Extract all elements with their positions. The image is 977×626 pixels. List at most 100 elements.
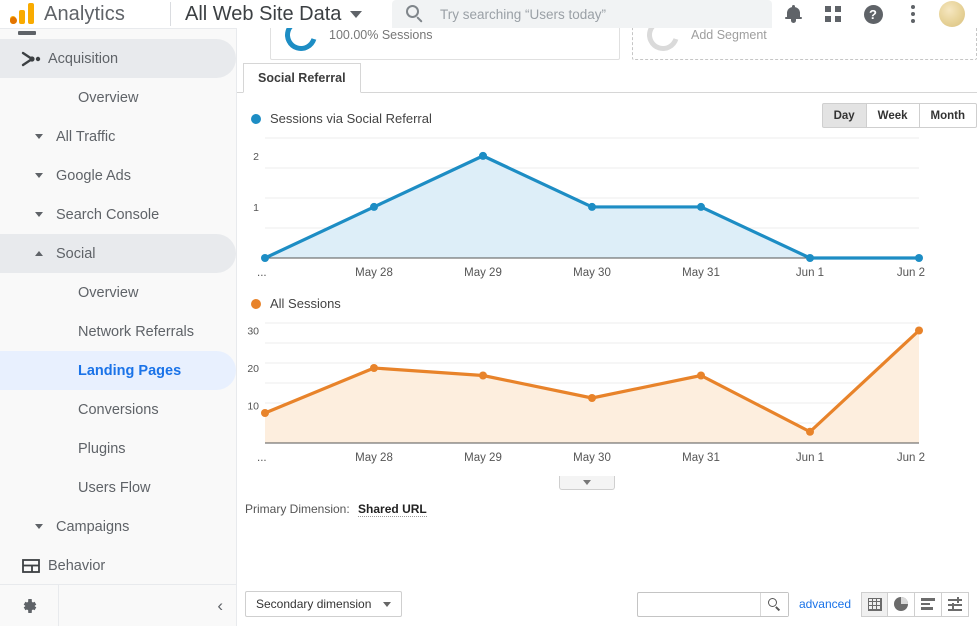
sidebar-item-conversions[interactable]: Conversions — [0, 390, 236, 429]
chart-1-area-chart: 1 2... May 28 May 29 May 30 May 31 Jun 1 Jun 2 — [237, 126, 977, 292]
svg-text:May 28: May 28 — [355, 452, 393, 464]
help-button[interactable]: ? — [853, 0, 893, 28]
top-bar-icons: ? — [773, 0, 973, 28]
search-icon — [767, 597, 781, 611]
table-search-input[interactable] — [637, 592, 760, 616]
sidebar-item-users-flow[interactable]: Users Flow — [0, 468, 236, 507]
sidebar-item-label: Google Ads — [56, 167, 131, 184]
chevron-down-icon — [22, 524, 56, 529]
bar-view-button[interactable] — [915, 591, 942, 617]
segment-bar: 100.00% Sessions Add Segment — [237, 28, 977, 61]
sidebar-item-label: Overview — [78, 89, 139, 106]
sidebar-item-search-console[interactable]: Search Console — [0, 195, 236, 234]
svg-text:May 28: May 28 — [355, 267, 393, 279]
chart-1-legend-label: Sessions via Social Referral — [270, 111, 432, 126]
toolbar-right: advanced — [636, 591, 969, 617]
primary-dimension: Primary Dimension: Shared URL — [237, 493, 977, 517]
pivot-view-icon — [948, 596, 962, 611]
granularity-month-button[interactable]: Month — [919, 103, 977, 128]
sidebar-item-landing-pages[interactable]: Landing Pages — [0, 351, 236, 390]
table-search — [636, 591, 789, 617]
notifications-button[interactable] — [773, 0, 813, 28]
svg-text:2: 2 — [253, 151, 259, 163]
sidebar-item-google-ads[interactable]: Google Ads — [0, 156, 236, 195]
legend-color-dot — [251, 113, 261, 124]
bar-view-icon — [921, 598, 935, 610]
sidebar-item-campaigns[interactable]: Campaigns — [0, 507, 236, 546]
view-selector[interactable]: All Web Site Data — [185, 2, 363, 26]
svg-text:May 29: May 29 — [464, 452, 502, 464]
table-toolbar: Secondary dimension advanced — [237, 582, 977, 626]
chart-collapse-button[interactable] — [559, 476, 615, 490]
svg-text:20: 20 — [247, 363, 259, 375]
sidebar-item-social[interactable]: Social — [0, 234, 236, 273]
svg-text:30: 30 — [247, 326, 259, 338]
sidebar-section-behavior-label: Behavior — [48, 557, 106, 574]
view-selector-label: All Web Site Data — [185, 2, 342, 25]
secondary-dimension-label: Secondary dimension — [256, 597, 372, 611]
tab-label: Social Referral — [258, 71, 346, 85]
sidebar-item-plugins[interactable]: Plugins — [0, 429, 236, 468]
sidebar-item-social-overview[interactable]: Overview — [0, 273, 236, 312]
help-icon: ? — [863, 4, 883, 24]
pie-view-icon — [894, 597, 908, 611]
sidebar-section-behavior[interactable]: Behavior — [0, 546, 236, 585]
brand-divider — [170, 2, 171, 26]
table-view-button[interactable] — [861, 591, 888, 617]
table-search-button[interactable] — [759, 592, 788, 616]
sidebar-item-label: Overview — [78, 284, 139, 301]
behavior-icon — [14, 558, 48, 574]
sidebar-section-acquisition[interactable]: Acquisition — [0, 39, 236, 78]
sidebar-item-label: Conversions — [78, 401, 159, 418]
sidebar-item-overview[interactable]: Overview — [0, 78, 236, 117]
granularity-week-button[interactable]: Week — [866, 103, 920, 128]
sidebar-section-acquisition-label: Acquisition — [48, 50, 119, 67]
sidebar-item-label: Users Flow — [78, 479, 151, 496]
primary-dimension-value[interactable]: Shared URL — [358, 502, 427, 517]
sidebar-footer: ‹ — [0, 584, 236, 626]
search-icon — [406, 5, 424, 23]
sidebar-item-label: Network Referrals — [78, 323, 195, 340]
tab-social-referral[interactable]: Social Referral — [243, 63, 361, 93]
top-bar: Analytics All Web Site Data Try searchin… — [0, 0, 977, 28]
apps-button[interactable] — [813, 0, 853, 28]
svg-text:May 29: May 29 — [464, 267, 502, 279]
chevron-down-icon — [22, 173, 56, 178]
segment-card-all-sessions[interactable]: 100.00% Sessions — [270, 28, 620, 60]
granularity-selector: Day Week Month — [821, 103, 977, 128]
chevron-down-icon — [22, 212, 56, 217]
sidebar-item-label: All Traffic — [56, 128, 116, 145]
tab-strip: Social Referral — [237, 63, 977, 93]
svg-text:Jun 2: Jun 2 — [897, 452, 925, 464]
acquisition-icon — [14, 51, 48, 67]
sidebar-item-all-traffic[interactable]: All Traffic — [0, 117, 236, 156]
advanced-filter-link[interactable]: advanced — [799, 597, 851, 611]
secondary-dimension-button[interactable]: Secondary dimension — [245, 591, 403, 617]
pivot-view-button[interactable] — [942, 591, 969, 617]
sidebar-item-network-referrals[interactable]: Network Referrals — [0, 312, 236, 351]
chevron-down-icon — [383, 601, 392, 607]
svg-text:...: ... — [257, 267, 267, 279]
segment-donut-icon — [279, 28, 323, 57]
add-segment-card[interactable]: Add Segment — [632, 28, 977, 60]
global-search-placeholder: Try searching “Users today” — [440, 6, 607, 22]
granularity-day-button[interactable]: Day — [821, 103, 867, 128]
add-segment-donut-icon — [641, 28, 685, 57]
chart-2-legend: All Sessions — [251, 296, 977, 311]
svg-text:May 30: May 30 — [573, 267, 611, 279]
collapse-chevron-left-icon[interactable]: ‹ — [217, 596, 223, 616]
svg-text:May 31: May 31 — [682, 452, 720, 464]
more-options-button[interactable] — [893, 0, 933, 28]
pie-view-button[interactable] — [888, 591, 915, 617]
svg-text:Jun 1: Jun 1 — [796, 267, 824, 279]
svg-text:...: ... — [257, 452, 267, 464]
kebab-menu-icon — [911, 5, 915, 23]
apps-grid-icon — [825, 6, 841, 22]
account-button[interactable] — [933, 0, 973, 28]
settings-gear-button[interactable] — [0, 596, 58, 616]
google-analytics-logo-icon — [10, 2, 36, 26]
global-search[interactable]: Try searching “Users today” — [392, 0, 772, 28]
svg-text:Jun 1: Jun 1 — [796, 452, 824, 464]
chevron-down-icon — [22, 134, 56, 139]
sidebar-item-label: Campaigns — [56, 518, 130, 535]
